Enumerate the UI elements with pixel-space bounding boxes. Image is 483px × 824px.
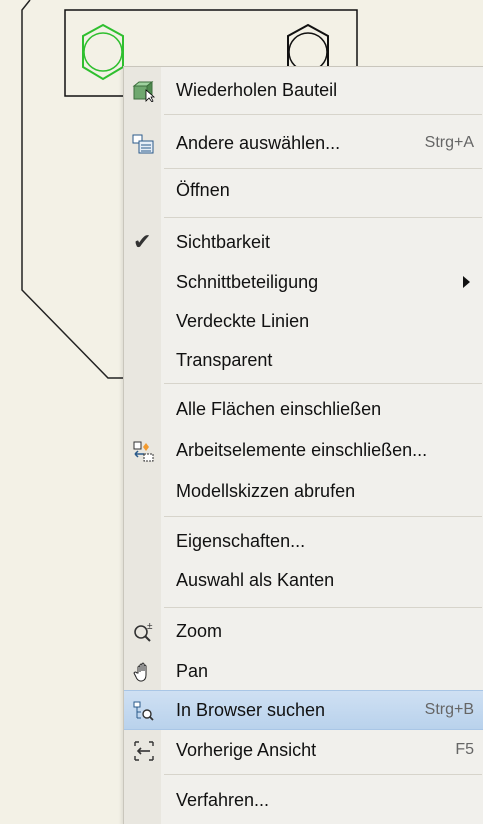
- menu-item-transparent[interactable]: Transparent: [124, 341, 483, 379]
- menu-separator: [164, 516, 482, 517]
- menu-item-label: Transparent: [176, 350, 273, 370]
- menu-item-label: Auswahl als Kanten: [176, 570, 335, 590]
- repeat-part-icon: [132, 80, 156, 103]
- select-other-icon: [132, 133, 154, 154]
- menu-item-label: In Browser suchen: [176, 700, 326, 720]
- menu-item-eigenschaften[interactable]: Eigenschaften...: [124, 522, 483, 560]
- menu-item-modellskizzen[interactable]: Modellskizzen abrufen: [124, 472, 483, 510]
- menu-item-zoom[interactable]: ± Zoom: [124, 612, 483, 650]
- menu-item-label: Sichtbarkeit: [176, 232, 271, 252]
- menu-item-schnittbeteiligung[interactable]: Schnittbeteiligung: [124, 263, 483, 301]
- hexagon-selected-circle: [83, 32, 123, 72]
- menu-item-auswahl-als-kanten[interactable]: Auswahl als Kanten: [124, 561, 483, 599]
- previous-view-icon: [132, 740, 154, 761]
- submenu-arrow-icon: [463, 276, 470, 288]
- menu-item-label: Pan: [176, 661, 209, 681]
- menu-item-in-browser-suchen[interactable]: In Browser suchen Strg+B: [124, 690, 483, 730]
- menu-item-label: Öffnen: [176, 180, 230, 200]
- menu-item-label: Wiederholen Bauteil: [176, 80, 338, 100]
- zoom-icon: ±: [132, 621, 154, 642]
- menu-separator: [164, 607, 482, 608]
- menu-item-label: Arbeitselemente einschließen...: [176, 440, 428, 460]
- menu-item-label: Alle Flächen einschließen: [176, 399, 382, 419]
- pan-hand-icon: [132, 661, 154, 682]
- menu-item-label: Verdeckte Linien: [176, 311, 310, 331]
- menu-item-wiederholen-bauteil[interactable]: Wiederholen Bauteil: [124, 71, 483, 109]
- menu-shortcut: F5: [455, 741, 474, 758]
- menu-shortcut: Strg+B: [424, 701, 474, 718]
- find-in-browser-icon: [132, 700, 154, 721]
- menu-item-verdeckte-linien[interactable]: Verdeckte Linien: [124, 302, 483, 340]
- menu-shortcut: Strg+A: [424, 134, 474, 151]
- menu-item-verfahren[interactable]: Verfahren...: [124, 781, 483, 819]
- menu-item-sichtbarkeit[interactable]: ✔ Sichtbarkeit: [124, 223, 483, 261]
- menu-item-label: Vorherige Ansicht: [176, 740, 317, 760]
- menu-item-label: Andere auswählen...: [176, 133, 341, 153]
- work-features-icon: [132, 440, 154, 462]
- menu-item-label: Verfahren...: [176, 790, 270, 810]
- svg-text:±: ±: [147, 621, 153, 632]
- menu-item-arbeitselemente[interactable]: Arbeitselemente einschließen...: [124, 431, 483, 469]
- menu-separator: [164, 168, 482, 169]
- context-menu: Wiederholen Bauteil Andere auswählen... …: [123, 66, 483, 824]
- menu-item-label: Eigenschaften...: [176, 531, 306, 551]
- checkmark-icon: ✔: [133, 229, 152, 254]
- menu-item-vorherige-ansicht[interactable]: Vorherige Ansicht F5: [124, 731, 483, 769]
- menu-separator: [164, 774, 482, 775]
- menu-item-label: Modellskizzen abrufen: [176, 481, 356, 501]
- menu-item-label: Schnittbeteiligung: [176, 272, 319, 292]
- menu-item-pan[interactable]: Pan: [124, 652, 483, 690]
- part-outline: [21, 0, 123, 379]
- menu-separator: [164, 217, 482, 218]
- menu-item-andere-auswaehlen[interactable]: Andere auswählen... Strg+A: [124, 124, 483, 162]
- menu-item-oeffnen[interactable]: Öffnen: [124, 171, 483, 209]
- menu-item-alle-flaechen[interactable]: Alle Flächen einschließen: [124, 390, 483, 428]
- menu-item-label: Zoom: [176, 621, 223, 641]
- menu-separator: [164, 114, 482, 115]
- menu-separator: [164, 383, 482, 384]
